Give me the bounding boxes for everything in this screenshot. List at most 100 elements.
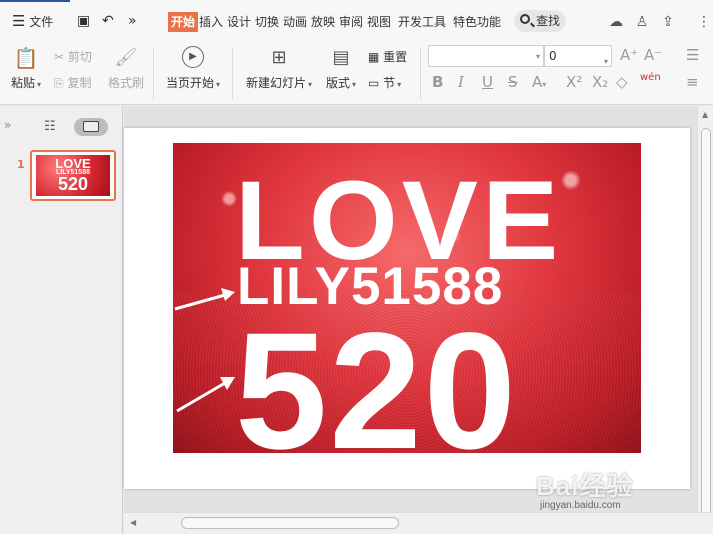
share-user-icon[interactable]: ♙ bbox=[632, 12, 652, 32]
decrease-font-icon[interactable]: A⁻ bbox=[644, 46, 662, 64]
tab-view[interactable]: 视图 bbox=[367, 12, 391, 32]
layout-label: 版式 bbox=[325, 76, 350, 90]
outline-view-icon[interactable]: ☷ bbox=[44, 119, 56, 134]
format-painter-icon: 🖌 bbox=[114, 47, 138, 68]
font-size-caret-icon: ▾ bbox=[603, 57, 608, 66]
tab-slideshow[interactable]: 放映 bbox=[311, 12, 335, 32]
vertical-scrollbar[interactable]: ▲ bbox=[697, 106, 713, 518]
cloud-sync-icon[interactable]: ☁ bbox=[606, 12, 626, 32]
slide-thumbnail[interactable]: LOVE LILY51588 520 bbox=[30, 150, 116, 201]
slide-photo[interactable]: LOVE LILY51588 520 bbox=[173, 143, 641, 453]
font-size-select[interactable]: 0 ▾ bbox=[544, 45, 612, 67]
tab-design[interactable]: 设计 bbox=[227, 12, 251, 32]
share-icon[interactable]: ⇪ bbox=[658, 12, 678, 32]
thumb-line-520: 520 bbox=[57, 174, 89, 194]
scroll-up-icon[interactable]: ▲ bbox=[702, 110, 708, 119]
copy-label: 复制 bbox=[67, 76, 92, 90]
play-from-current-button[interactable]: ▶ 当页开始 ▾ bbox=[162, 46, 224, 91]
section-label: 节 bbox=[383, 76, 396, 90]
align-icon[interactable]: ≡ bbox=[686, 73, 699, 91]
play-caret-icon: ▾ bbox=[216, 80, 221, 89]
slide-view-icon bbox=[83, 121, 99, 132]
accent-line bbox=[0, 0, 70, 2]
play-icon: ▶ bbox=[182, 46, 204, 68]
baidu-watermark-logo: Bai经验 bbox=[536, 466, 633, 503]
more-quick-access-button[interactable]: » bbox=[128, 8, 137, 34]
tab-special[interactable]: 特色功能 bbox=[453, 12, 501, 32]
font-color-icon[interactable]: A▾ bbox=[532, 73, 546, 91]
tab-home[interactable]: 开始 bbox=[168, 12, 199, 32]
tab-animation[interactable]: 动画 bbox=[283, 12, 307, 32]
bold-icon[interactable]: B bbox=[432, 73, 443, 91]
paste-icon: 📋 bbox=[13, 46, 39, 70]
copy-icon: ⎘ bbox=[54, 76, 64, 90]
vertical-scroll-thumb[interactable] bbox=[701, 128, 711, 518]
ribbon-toolbar: 📋 粘贴 ▾ ✂ 剪切 ⎘ 复制 🖌 格式刷 ▶ 当页开始 ▾ ⊞ 新建幻灯片 ▾ ▤… bbox=[0, 42, 713, 105]
layout-caret-icon: ▾ bbox=[352, 80, 357, 89]
tab-transition[interactable]: 切换 bbox=[255, 12, 279, 32]
menu-bar: ☰ 文件 ▣ ↶ » 开始 插入 设计 切换 动画 放映 审阅 视图 开发工具 … bbox=[0, 0, 713, 42]
strikethrough-icon[interactable]: S bbox=[508, 73, 518, 91]
phonetic-guide-icon[interactable]: wén bbox=[640, 72, 661, 83]
section-button[interactable]: ▭ 节 ▾ bbox=[368, 74, 401, 91]
file-menu[interactable]: ☰ 文件 bbox=[12, 8, 53, 34]
search-icon bbox=[520, 14, 530, 24]
cut-button[interactable]: ✂ 剪切 bbox=[54, 48, 92, 65]
slide-number: 1 bbox=[17, 158, 25, 171]
font-name-select[interactable]: ▾ bbox=[428, 45, 544, 67]
scissors-icon: ✂ bbox=[54, 50, 65, 64]
slides-panel: » ☷ 1 LOVE LILY51588 520 bbox=[0, 106, 123, 534]
clear-format-icon[interactable]: ◇ bbox=[616, 73, 628, 91]
slide-thumbnail-image: LOVE LILY51588 520 bbox=[36, 155, 110, 196]
paste-caret-icon: ▾ bbox=[37, 80, 42, 89]
bullet-list-icon[interactable]: ☰ bbox=[686, 46, 699, 64]
reset-label: 重置 bbox=[383, 50, 408, 64]
layout-icon: ▤ bbox=[332, 47, 350, 68]
tab-insert[interactable]: 插入 bbox=[199, 12, 223, 32]
cut-label: 剪切 bbox=[67, 50, 92, 64]
slide-text-520[interactable]: 520 bbox=[235, 309, 641, 454]
horizontal-scrollbar[interactable]: ◀ bbox=[124, 512, 713, 534]
italic-icon[interactable]: I bbox=[458, 73, 464, 91]
subscript-icon[interactable]: X₂ bbox=[592, 73, 608, 91]
ribbon-separator bbox=[153, 48, 154, 100]
new-slide-label: 新建幻灯片 bbox=[245, 76, 306, 90]
paste-button[interactable]: 📋 粘贴 ▾ bbox=[10, 46, 42, 91]
new-slide-caret-icon: ▾ bbox=[308, 80, 313, 89]
more-options-icon[interactable]: ⋮ bbox=[694, 12, 713, 32]
new-slide-icon: ⊞ bbox=[271, 47, 287, 68]
arrow-icon bbox=[176, 377, 235, 413]
watermark-brand: Bai经验 bbox=[536, 471, 634, 501]
tab-developer[interactable]: 开发工具 bbox=[398, 12, 446, 32]
search-button[interactable]: 查找 bbox=[514, 10, 566, 32]
copy-button[interactable]: ⎘ 复制 bbox=[54, 74, 91, 91]
section-caret-icon: ▾ bbox=[397, 80, 402, 89]
layout-button[interactable]: ▤ 版式 ▾ bbox=[322, 46, 360, 91]
font-name-caret-icon: ▾ bbox=[535, 52, 540, 61]
phonetic-label: wén bbox=[640, 72, 661, 83]
expand-panel-button[interactable]: » bbox=[4, 118, 11, 132]
format-painter-button[interactable]: 🖌 格式刷 bbox=[105, 46, 147, 91]
arrow-icon bbox=[174, 288, 235, 311]
section-icon: ▭ bbox=[368, 76, 380, 90]
ribbon-separator bbox=[232, 48, 233, 100]
paste-label: 粘贴 bbox=[10, 76, 35, 90]
underline-icon[interactable]: U bbox=[482, 73, 493, 91]
slide-view-toggle[interactable] bbox=[74, 118, 108, 136]
tab-review[interactable]: 审阅 bbox=[339, 12, 363, 32]
scroll-left-icon[interactable]: ◀ bbox=[130, 518, 136, 527]
play-from-current-label: 当页开始 bbox=[165, 76, 214, 90]
format-painter-label: 格式刷 bbox=[107, 76, 144, 90]
increase-font-icon[interactable]: A⁺ bbox=[620, 46, 638, 64]
new-slide-button[interactable]: ⊞ 新建幻灯片 ▾ bbox=[242, 46, 316, 91]
reset-button[interactable]: ▦ 重置 bbox=[368, 48, 407, 65]
superscript-icon[interactable]: X² bbox=[566, 73, 582, 91]
file-menu-label: 文件 bbox=[29, 15, 54, 29]
font-size-value: 0 bbox=[549, 49, 557, 63]
undo-icon[interactable]: ↶ bbox=[102, 8, 114, 34]
reset-icon: ▦ bbox=[368, 50, 380, 64]
save-icon[interactable]: ▣ bbox=[77, 8, 90, 34]
ribbon-separator bbox=[420, 48, 421, 100]
horizontal-scroll-thumb[interactable] bbox=[181, 517, 399, 529]
hamburger-icon: ☰ bbox=[12, 12, 26, 30]
